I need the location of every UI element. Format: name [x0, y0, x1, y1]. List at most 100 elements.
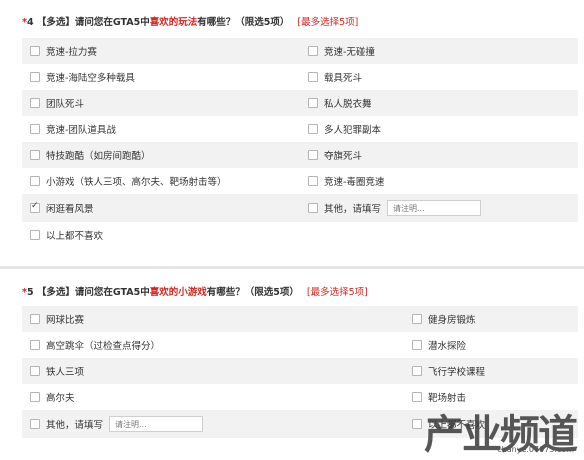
checkbox[interactable]	[30, 176, 40, 186]
option-label: 飞行学校课程	[428, 367, 486, 378]
max-select-hint: [最多选择5项]	[306, 287, 368, 298]
checkbox[interactable]	[30, 46, 40, 56]
checkbox[interactable]	[308, 203, 318, 213]
option-label: 健身房锻炼	[428, 315, 476, 326]
checkbox[interactable]	[308, 72, 318, 82]
question-text-after: 有哪些？（限选5项）	[197, 17, 290, 28]
option-row: 其他，请填写 以上都不喜欢	[22, 410, 578, 438]
option-label: 其他，请填写	[46, 420, 104, 431]
option-q4-8[interactable]: 多人犯罪副本	[308, 116, 381, 142]
option-q4-12[interactable]: 竞速-毒圈竞速	[308, 168, 384, 194]
question-4-title: *4 【多选】请问您在GTA5中喜欢的玩法有哪些？（限选5项） [最多选择5项]	[22, 14, 358, 28]
question-number: 5	[26, 287, 34, 298]
option-row: 小游戏（铁人三项、高尔夫、靶场射击等） 竞速-毒圈竞速	[22, 168, 578, 194]
option-q4-14[interactable]: 其他，请填写	[308, 194, 482, 222]
option-label: 铁人三项	[46, 367, 85, 378]
option-label: 团队死斗	[46, 99, 85, 110]
option-q4-7[interactable]: 竞速-团队道具战	[30, 116, 116, 142]
option-q4-2[interactable]: 竞速-无碰撞	[308, 38, 375, 64]
option-q5-6[interactable]: 飞行学校课程	[412, 358, 485, 384]
option-row: 高空跳伞（过检查点得分） 潜水探险	[22, 332, 578, 358]
option-q5-8[interactable]: 靶场射击	[412, 384, 466, 410]
checkbox[interactable]	[30, 366, 40, 376]
question-text-after: 有哪些？（限选5项）	[206, 287, 299, 298]
question-highlight: 喜欢的玩法	[149, 17, 198, 28]
option-q4-11[interactable]: 小游戏（铁人三项、高尔夫、靶场射击等）	[30, 168, 227, 194]
checkbox-checked[interactable]	[30, 201, 40, 213]
question-number: 4	[26, 17, 34, 28]
option-q4-1[interactable]: 竞速-拉力赛	[30, 38, 97, 64]
option-q4-6[interactable]: 私人脱衣舞	[308, 90, 372, 116]
option-row: 高尔夫 靶场射击	[22, 384, 578, 410]
option-row: 竞速-拉力赛 竞速-无碰撞	[22, 38, 578, 64]
option-q4-9[interactable]: 特技跑酷（如房间跑酷）	[30, 142, 151, 168]
checkbox[interactable]	[30, 419, 40, 429]
option-label: 其他，请填写	[324, 204, 382, 215]
option-row: 竞速-团队道具战 多人犯罪副本	[22, 116, 578, 142]
other-text-input[interactable]	[109, 416, 204, 432]
option-label: 夺旗死斗	[324, 151, 363, 162]
option-label: 竞速-拉力赛	[46, 47, 97, 58]
option-q5-2[interactable]: 健身房锻炼	[412, 306, 476, 332]
option-q4-3[interactable]: 竞速-海陆空多种载具	[30, 64, 135, 90]
checkbox[interactable]	[308, 176, 318, 186]
option-q5-7[interactable]: 高尔夫	[30, 384, 75, 410]
option-q4-13[interactable]: 闲逛看风景	[30, 194, 94, 222]
option-label: 靶场射击	[428, 393, 467, 404]
option-q5-9[interactable]: 其他，请填写	[30, 410, 204, 438]
checkbox[interactable]	[412, 314, 422, 324]
checkbox[interactable]	[308, 150, 318, 160]
question-text: 请问您在GTA5中	[74, 17, 150, 28]
checkbox[interactable]	[412, 392, 422, 402]
option-label: 网球比赛	[46, 315, 85, 326]
checkbox[interactable]	[30, 98, 40, 108]
checkbox[interactable]	[30, 230, 40, 240]
option-row: 铁人三项 飞行学校课程	[22, 358, 578, 384]
section-divider	[0, 266, 584, 269]
option-q5-1[interactable]: 网球比赛	[30, 306, 84, 332]
option-label: 特技跑酷（如房间跑酷）	[46, 151, 151, 162]
option-label: 竞速-海陆空多种载具	[46, 73, 135, 84]
other-text-input[interactable]	[387, 200, 482, 216]
question-type: 【多选】	[36, 287, 75, 298]
option-q4-10[interactable]: 夺旗死斗	[308, 142, 362, 168]
option-row: 团队死斗 私人脱衣舞	[22, 90, 578, 116]
option-label: 高尔夫	[46, 393, 75, 404]
option-q5-3[interactable]: 高空跳伞（过检查点得分）	[30, 332, 160, 358]
checkbox[interactable]	[308, 98, 318, 108]
question-5-title: *5 【多选】请问您在GTA5中喜欢的小游戏有哪些？（限选5项） [最多选择5项]	[22, 284, 368, 298]
option-label: 私人脱衣舞	[324, 99, 372, 110]
question-5-options: 网球比赛 健身房锻炼 高空跳伞（过检查点得分） 潜水探险 铁人三项 飞行学校课程…	[22, 306, 578, 438]
checkbox[interactable]	[308, 46, 318, 56]
checkbox[interactable]	[30, 72, 40, 82]
option-q5-10[interactable]: 以上都不喜欢	[412, 410, 485, 438]
option-q4-5[interactable]: 团队死斗	[30, 90, 84, 116]
question-type: 【多选】	[36, 17, 75, 28]
option-label: 竞速-无碰撞	[324, 47, 375, 58]
option-label: 载具死斗	[324, 73, 363, 84]
option-label: 以上都不喜欢	[428, 420, 486, 431]
option-q5-4[interactable]: 潜水探险	[412, 332, 466, 358]
checkbox[interactable]	[412, 366, 422, 376]
option-q5-5[interactable]: 铁人三项	[30, 358, 84, 384]
checkbox[interactable]	[30, 124, 40, 134]
option-row: 闲逛看风景 其他，请填写	[22, 194, 578, 222]
option-label: 以上都不喜欢	[46, 231, 104, 242]
option-q4-15[interactable]: 以上都不喜欢	[30, 222, 103, 248]
option-label: 多人犯罪副本	[324, 125, 382, 136]
option-label: 高空跳伞（过检查点得分）	[46, 341, 161, 352]
option-row: 网球比赛 健身房锻炼	[22, 306, 578, 332]
checkbox[interactable]	[412, 419, 422, 429]
checkbox[interactable]	[30, 392, 40, 402]
question-highlight: 喜欢的小游戏	[149, 287, 207, 298]
option-row: 特技跑酷（如房间跑酷） 夺旗死斗	[22, 142, 578, 168]
option-label: 小游戏（铁人三项、高尔夫、靶场射击等）	[46, 177, 227, 188]
question-4-options: 竞速-拉力赛 竞速-无碰撞 竞速-海陆空多种载具 载具死斗 团队死斗 私人脱衣舞…	[22, 38, 578, 248]
checkbox[interactable]	[30, 150, 40, 160]
checkbox[interactable]	[412, 340, 422, 350]
option-row: 以上都不喜欢	[22, 222, 578, 248]
checkbox[interactable]	[308, 124, 318, 134]
checkbox[interactable]	[30, 340, 40, 350]
checkbox[interactable]	[30, 314, 40, 324]
option-q4-4[interactable]: 载具死斗	[308, 64, 362, 90]
